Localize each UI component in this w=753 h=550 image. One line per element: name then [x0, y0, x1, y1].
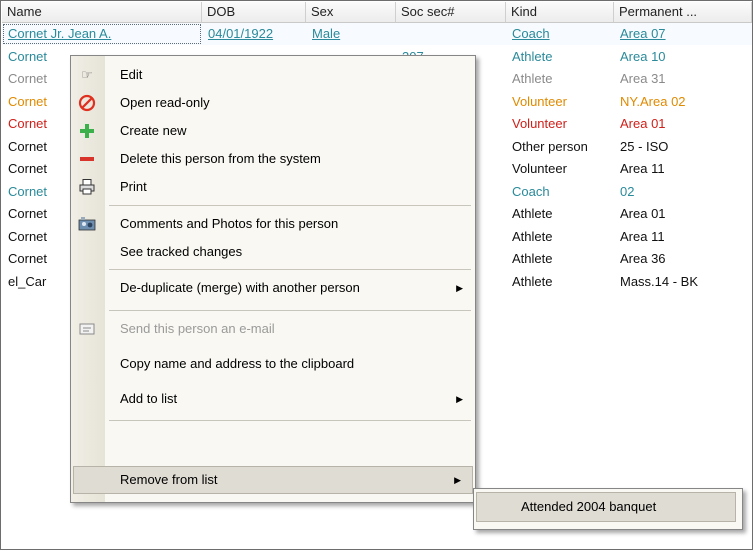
- menu-item-send-email[interactable]: Send this person an e-mail: [71, 315, 475, 343]
- menu-separator: [109, 420, 471, 421]
- context-menu: ☞ Edit Open read-only Create new Delete …: [70, 55, 476, 503]
- table-cell-perm: Area 01: [620, 116, 666, 131]
- printer-icon: [78, 178, 96, 196]
- no-entry-icon: [78, 94, 96, 112]
- envelope-icon: [78, 320, 96, 338]
- table-cell-kind: Coach: [512, 183, 550, 199]
- table-cell-perm: Area 11: [620, 228, 665, 244]
- table-cell-perm: NY.Area 02: [620, 93, 686, 109]
- submenu-arrow-icon: ▶: [456, 283, 463, 293]
- table-cell-kind: Athlete: [512, 251, 553, 266]
- plus-icon: [78, 122, 96, 140]
- column-header-kind[interactable]: Kind: [506, 2, 614, 22]
- menu-item-create-new[interactable]: Create new: [71, 117, 475, 145]
- menu-item-edit[interactable]: ☞ Edit: [71, 61, 475, 89]
- menu-item-deduplicate[interactable]: De-duplicate (merge) with another person…: [71, 274, 475, 302]
- table-cell-kind: Athlete: [512, 228, 553, 244]
- table-cell-perm: 02: [620, 183, 635, 199]
- menu-item-add-to-list[interactable]: Add to list ▶: [71, 385, 475, 413]
- table-cell-kind: Athlete: [512, 206, 553, 221]
- menu-item-delete[interactable]: Delete this person from the system: [71, 145, 475, 173]
- table-cell-sex: Male: [312, 26, 341, 41]
- submenu-arrow-icon: ▶: [454, 475, 461, 485]
- submenu-item-list[interactable]: Attended 2004 banquet: [476, 492, 736, 522]
- table-cell-kind: Other person: [512, 138, 588, 154]
- table-cell-kind: Volunteer: [512, 161, 567, 176]
- menu-item-print[interactable]: Print: [71, 173, 475, 201]
- table-cell-perm: Area 31: [620, 71, 666, 86]
- table-cell-kind: Athlete: [512, 48, 553, 64]
- submenu-arrow-icon: ▶: [456, 394, 463, 404]
- table-cell-perm: Area 10: [620, 48, 666, 64]
- table-cell-perm: 25 - ISO: [620, 138, 669, 154]
- table-cell-perm: Area 07: [620, 26, 666, 41]
- menu-item-copy-address[interactable]: Copy name and address to the clipboard: [71, 350, 475, 378]
- table-cell-kind: Volunteer: [512, 93, 567, 109]
- table-cell-perm: Area 11: [620, 161, 665, 176]
- pointing-hand-icon: ☞: [81, 67, 93, 82]
- table-cell-name: Cornet Jr. Jean A.: [2, 23, 202, 45]
- grid-header: Name DOB Sex Soc sec# Kind Permanent ...: [2, 2, 752, 23]
- table-cell-kind: Athlete: [512, 273, 553, 289]
- menu-separator: [109, 310, 471, 311]
- column-header-ssn[interactable]: Soc sec#: [396, 2, 506, 22]
- menu-item-tracked-changes[interactable]: See tracked changes: [71, 238, 475, 266]
- table-cell-dob: 04/01/1922: [208, 26, 274, 41]
- column-header-name[interactable]: Name: [2, 2, 202, 22]
- menu-item-remove-from-list[interactable]: Remove from list ▶: [73, 466, 473, 494]
- table-cell-kind: Volunteer: [512, 116, 567, 131]
- table-cell-perm: Area 36: [620, 251, 666, 266]
- table-row[interactable]: Cornet Jr. Jean A. 04/01/1922 Male Coach Are…: [2, 23, 752, 45]
- remove-from-list-submenu: Attended 2004 banquet: [473, 488, 743, 530]
- menu-item-open-readonly[interactable]: Open read-only: [71, 89, 475, 117]
- column-header-dob[interactable]: DOB: [202, 2, 306, 22]
- table-cell-perm: Area 01: [620, 206, 666, 221]
- menu-separator: [109, 205, 471, 206]
- table-cell-kind: Athlete: [512, 71, 553, 86]
- column-header-permanent[interactable]: Permanent ...: [614, 2, 752, 22]
- table-cell-kind: Coach: [512, 26, 550, 41]
- photos-icon: [78, 215, 96, 233]
- menu-separator: [109, 269, 471, 270]
- table-cell-perm: Mass.14 - BK: [620, 273, 699, 289]
- minus-icon: [78, 150, 96, 168]
- table-cell-ssn: [396, 23, 506, 45]
- column-header-sex[interactable]: Sex: [306, 2, 396, 22]
- menu-item-comments-photos[interactable]: Comments and Photos for this person: [71, 210, 475, 238]
